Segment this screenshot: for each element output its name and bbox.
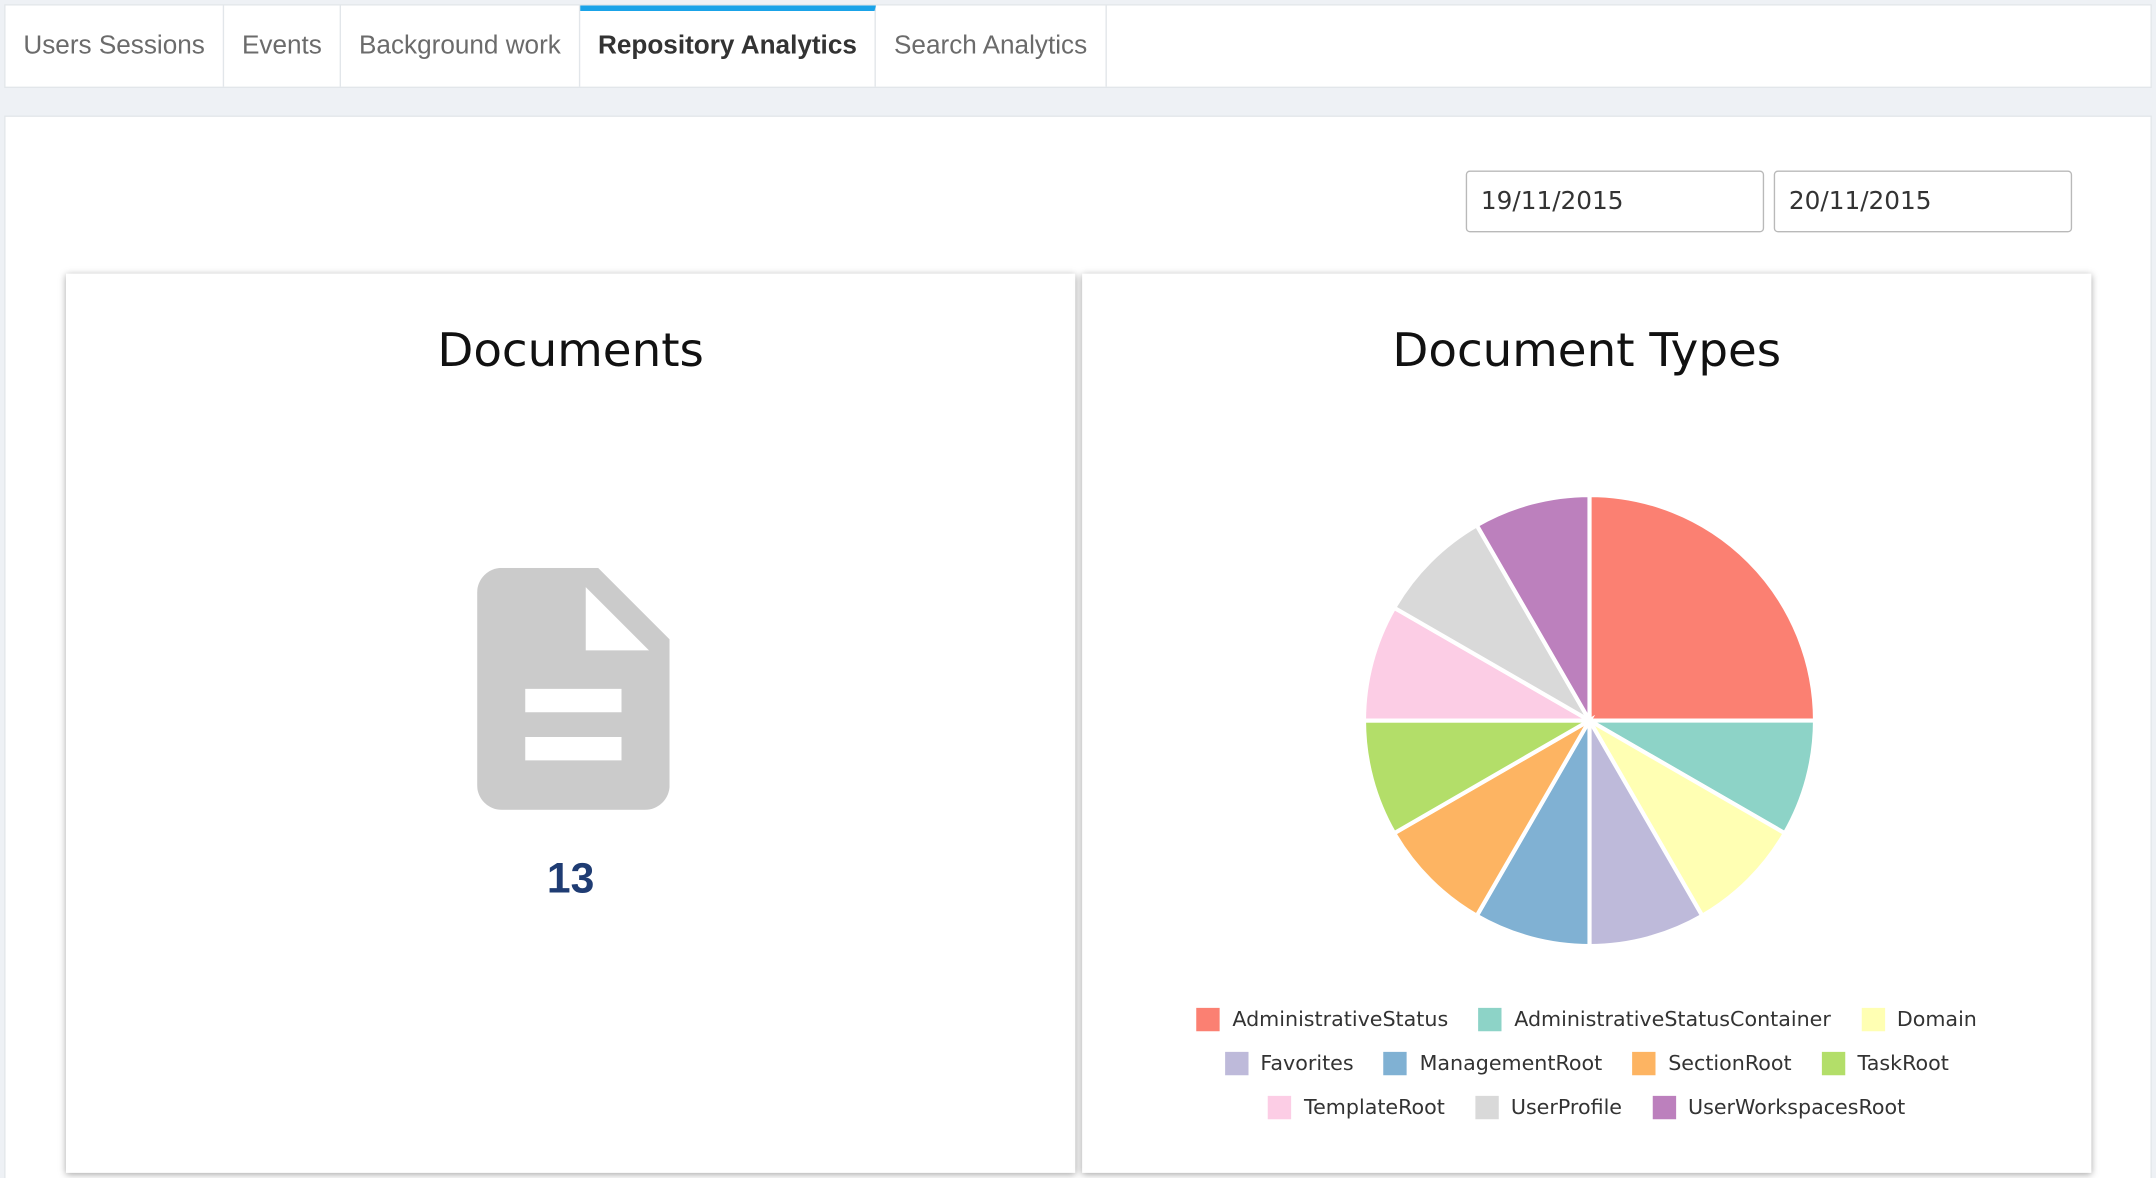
- legend-item-taskroot[interactable]: TaskRoot: [1821, 1050, 1949, 1076]
- legend-swatch: [1861, 1007, 1885, 1031]
- legend-swatch: [1632, 1051, 1656, 1075]
- legend-label: TaskRoot: [1857, 1050, 1949, 1076]
- tab-events[interactable]: Events: [224, 5, 342, 87]
- tab-search-analytics[interactable]: Search Analytics: [876, 5, 1107, 87]
- documents-title: Documents: [437, 323, 704, 379]
- document-types-pie-chart: [1361, 492, 1818, 949]
- tab-background-work[interactable]: Background work: [341, 5, 581, 87]
- legend-label: UserProfile: [1510, 1094, 1623, 1120]
- legend-swatch: [1196, 1007, 1220, 1031]
- legend-row: TemplateRoot UserProfile UserWorkspacesRoo…: [1082, 1085, 2091, 1129]
- legend-label: TemplateRoot: [1303, 1094, 1445, 1120]
- legend-row: Favorites ManagementRoot SectionRoot TaskRo…: [1082, 1041, 2091, 1085]
- legend-item-managementroot[interactable]: ManagementRoot: [1383, 1050, 1603, 1076]
- legend-label: AdministrativeStatus: [1232, 1006, 1449, 1032]
- documents-count: 13: [546, 853, 595, 902]
- tab-bar: Users Sessions Events Background work Re…: [4, 4, 2152, 88]
- legend-swatch: [1478, 1007, 1502, 1031]
- document-icon: [477, 567, 670, 810]
- legend-item-templateroot[interactable]: TemplateRoot: [1268, 1094, 1445, 1120]
- legend-swatch: [1475, 1095, 1499, 1119]
- analytics-panel: Documents 13 Document Types Administrati…: [4, 115, 2152, 1178]
- legend-row: AdministrativeStatus AdministrativeStatus…: [1082, 997, 2091, 1041]
- document-types-card: Document Types AdministrativeStatus Admin…: [1082, 273, 2092, 1173]
- legend-item-sectionroot[interactable]: SectionRoot: [1632, 1050, 1792, 1076]
- legend-swatch: [1652, 1095, 1676, 1119]
- tab-repository-analytics[interactable]: Repository Analytics: [580, 5, 877, 87]
- pie-legend: AdministrativeStatus AdministrativeStatus…: [1082, 997, 2091, 1129]
- legend-swatch: [1268, 1095, 1292, 1119]
- date-to-input[interactable]: [1773, 170, 2073, 233]
- legend-item-favorites[interactable]: Favorites: [1224, 1050, 1354, 1076]
- legend-label: ManagementRoot: [1419, 1050, 1603, 1076]
- legend-label: SectionRoot: [1668, 1050, 1792, 1076]
- date-from-input[interactable]: [1465, 170, 1765, 233]
- documents-card: Documents 13: [66, 273, 1076, 1173]
- pie-slice-administrativestatus[interactable]: [1587, 492, 1818, 723]
- legend-item-administrativestatuscontainer[interactable]: AdministrativeStatusContainer: [1478, 1006, 1831, 1032]
- tab-users-sessions[interactable]: Users Sessions: [6, 5, 225, 87]
- legend-label: AdministrativeStatusContainer: [1514, 1006, 1831, 1032]
- legend-item-userprofile[interactable]: UserProfile: [1475, 1094, 1623, 1120]
- legend-item-administrativestatus[interactable]: AdministrativeStatus: [1196, 1006, 1449, 1032]
- legend-label: UserWorkspacesRoot: [1688, 1094, 1906, 1120]
- legend-label: Domain: [1896, 1006, 1977, 1032]
- legend-swatch: [1821, 1051, 1846, 1075]
- legend-label: Favorites: [1260, 1050, 1354, 1076]
- legend-item-domain[interactable]: Domain: [1861, 1006, 1977, 1032]
- legend-swatch: [1224, 1051, 1249, 1075]
- legend-swatch: [1383, 1051, 1408, 1075]
- legend-item-userworkspacesroot[interactable]: UserWorkspacesRoot: [1652, 1094, 1906, 1120]
